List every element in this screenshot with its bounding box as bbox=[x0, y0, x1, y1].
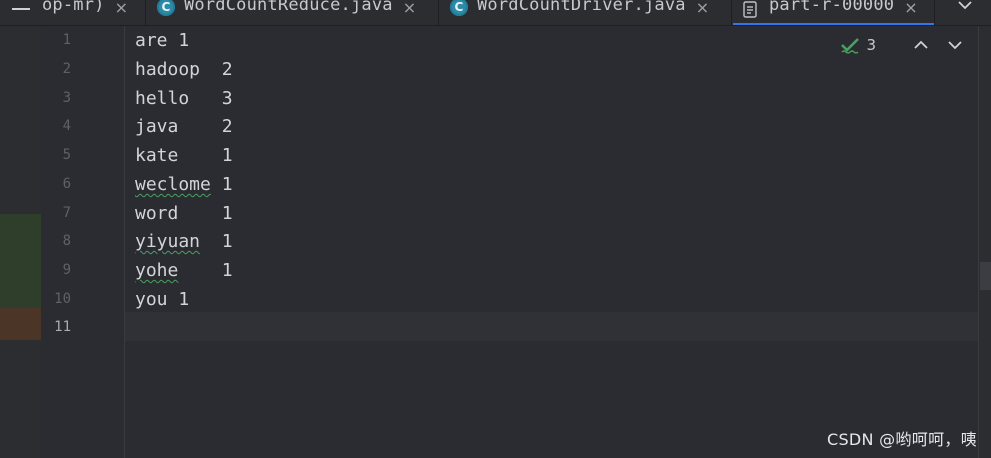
inspections-widget[interactable]: 3 bbox=[840, 36, 964, 54]
code-line[interactable]: yiyuan 1 bbox=[135, 231, 233, 252]
tab-label: op-mr) bbox=[42, 0, 105, 15]
typo-word: yohe bbox=[135, 260, 179, 281]
close-icon[interactable]: × bbox=[403, 0, 417, 17]
line-number-gutter[interactable]: 1 2 3 4 5 6 7 8 9 10 11 bbox=[41, 26, 125, 458]
code-value: 1 bbox=[178, 260, 233, 281]
chevron-down-icon[interactable] bbox=[957, 0, 973, 25]
line-number: 6 bbox=[62, 176, 71, 192]
tab-part-r-00000[interactable]: part-r-00000 × bbox=[733, 0, 935, 25]
current-line-highlight bbox=[41, 312, 978, 341]
typo-word: weclome bbox=[135, 174, 211, 195]
line-number: 11 bbox=[54, 319, 71, 335]
tab-wordcountreduce[interactable]: C WordCountReduce.java × bbox=[147, 0, 439, 25]
change-marker bbox=[0, 308, 41, 340]
typo-word: yiyuan bbox=[135, 231, 201, 252]
inspections-count: 3 bbox=[866, 36, 876, 54]
code-value: 1 bbox=[200, 231, 233, 252]
chevron-down-icon[interactable] bbox=[946, 36, 964, 54]
chevron-up-icon[interactable] bbox=[912, 36, 930, 54]
editor-tab-bar: op-mr) × C WordCountReduce.java × C Word… bbox=[0, 0, 991, 26]
check-icon bbox=[841, 38, 860, 54]
line-number: 8 bbox=[62, 233, 71, 249]
tab-label: part-r-00000 bbox=[769, 0, 895, 15]
line-number: 3 bbox=[62, 90, 71, 106]
java-class-icon: C bbox=[450, 0, 468, 16]
menu-icon[interactable] bbox=[10, 0, 32, 25]
close-icon[interactable]: × bbox=[696, 0, 710, 17]
tab-hadoop-mr[interactable]: op-mr) × bbox=[32, 0, 146, 25]
line-number: 9 bbox=[62, 262, 71, 278]
scrollbar-thumb[interactable] bbox=[980, 262, 991, 290]
line-number: 5 bbox=[62, 147, 71, 163]
java-class-icon: C bbox=[157, 0, 175, 16]
code-line[interactable]: hello 3 bbox=[135, 88, 233, 109]
line-number: 2 bbox=[62, 61, 71, 77]
code-line[interactable]: you 1 bbox=[135, 289, 189, 310]
code-line[interactable]: java 2 bbox=[135, 116, 233, 137]
editor-scrollbar[interactable] bbox=[978, 26, 991, 458]
left-tool-strip bbox=[0, 26, 41, 458]
close-icon[interactable]: × bbox=[904, 0, 918, 17]
tab-label: WordCountReduce.java bbox=[184, 0, 393, 15]
text-file-icon bbox=[743, 0, 757, 18]
tab-wordcountdriver[interactable]: C WordCountDriver.java × bbox=[440, 0, 732, 25]
line-number: 7 bbox=[62, 205, 71, 221]
change-marker bbox=[0, 214, 41, 308]
line-number: 10 bbox=[54, 291, 71, 307]
code-line[interactable]: are 1 bbox=[135, 30, 189, 51]
editor-area[interactable]: 1 2 3 4 5 6 7 8 9 10 11 are 1 hadoop 2 h… bbox=[41, 26, 978, 458]
code-line[interactable]: weclome 1 bbox=[135, 174, 233, 195]
line-number: 4 bbox=[62, 118, 71, 134]
ide-window: op-mr) × C WordCountReduce.java × C Word… bbox=[0, 0, 991, 458]
close-icon[interactable]: × bbox=[115, 0, 129, 17]
code-line[interactable]: kate 1 bbox=[135, 145, 233, 166]
code-line[interactable]: yohe 1 bbox=[135, 260, 233, 281]
watermark: CSDN @哟呵呵，咦 bbox=[826, 430, 977, 449]
code-line[interactable]: word 1 bbox=[135, 203, 233, 224]
code-line[interactable]: hadoop 2 bbox=[135, 59, 233, 80]
tab-label: WordCountDriver.java bbox=[477, 0, 686, 15]
code-value: 1 bbox=[210, 174, 233, 195]
line-number: 1 bbox=[62, 32, 71, 48]
